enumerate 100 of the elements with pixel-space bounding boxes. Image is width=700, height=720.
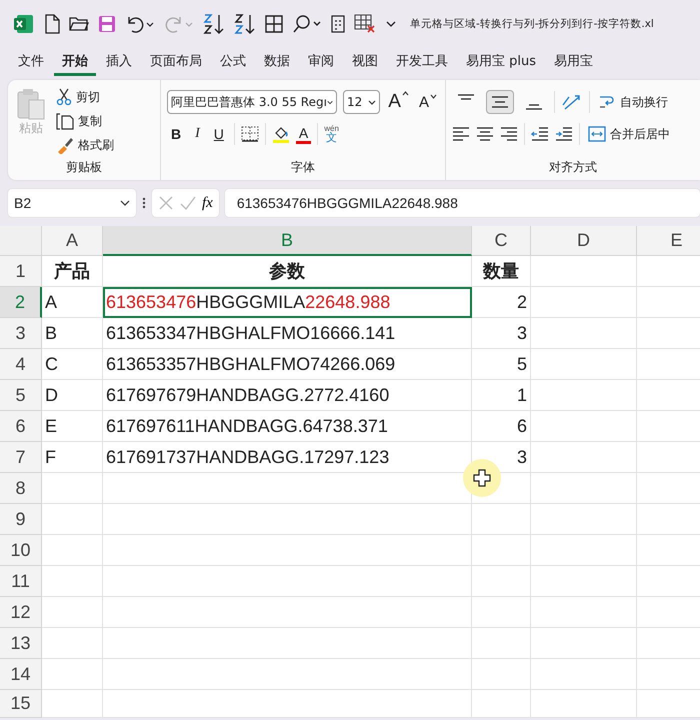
row-header[interactable]: 13: [0, 628, 42, 659]
sort-descending-icon[interactable]: [234, 13, 256, 35]
column-header[interactable]: B: [103, 226, 472, 256]
format-painter-button[interactable]: 格式刷: [54, 134, 128, 156]
increase-font-button[interactable]: A: [386, 91, 411, 113]
table-cell: E: [42, 411, 103, 442]
ribbon-tab[interactable]: 视图: [344, 48, 386, 75]
vertical-align-button[interactable]: [486, 90, 514, 114]
merge-cells-icon: [588, 126, 606, 142]
row-header[interactable]: 12: [0, 597, 42, 628]
increase-indent-icon[interactable]: [555, 127, 573, 141]
insert-function-button[interactable]: fx: [202, 194, 213, 212]
ribbon-tab[interactable]: 易用宝: [546, 48, 602, 75]
save-icon[interactable]: [98, 15, 116, 33]
ribbon-tab[interactable]: 开始: [54, 48, 96, 76]
fill-color-icon[interactable]: [272, 125, 290, 143]
checkmark-icon[interactable]: [180, 195, 196, 211]
ribbon-tab[interactable]: 审阅: [300, 48, 342, 75]
name-box[interactable]: B2: [8, 189, 136, 217]
bold-button[interactable]: B: [167, 124, 186, 144]
row-header[interactable]: 5: [0, 380, 42, 411]
table-cell: 参数: [103, 256, 472, 287]
border-dotted-icon[interactable]: [240, 126, 259, 142]
borders-icon[interactable]: [265, 15, 283, 33]
empty-cell: [472, 628, 531, 659]
align-lines-icon: [457, 94, 475, 100]
dropdown-icon[interactable]: [385, 19, 397, 29]
copy-button[interactable]: 复制: [54, 110, 128, 132]
empty-cell: [472, 597, 531, 628]
group-label: 剪贴板: [65, 159, 103, 176]
copy-icon: [56, 112, 74, 130]
chevron-down-icon: [368, 100, 376, 104]
new-file-icon[interactable]: [44, 14, 60, 34]
row-header[interactable]: 8: [0, 473, 42, 504]
table-cell: B: [42, 318, 103, 349]
row-header[interactable]: 7: [0, 442, 42, 473]
align-horizontal-icon[interactable]: [500, 127, 518, 141]
empty-cell: [472, 535, 531, 566]
column-header[interactable]: C: [472, 226, 531, 256]
table-cell: 613653347HBGHALFMO16666.141: [103, 318, 472, 349]
row-header[interactable]: 4: [0, 349, 42, 380]
row-header[interactable]: 11: [0, 566, 42, 597]
align-horizontal-icon[interactable]: [452, 127, 470, 141]
align-horizontal-icon[interactable]: [476, 127, 494, 141]
decrease-indent-icon[interactable]: [531, 127, 549, 141]
chevron-down-icon: [120, 200, 130, 206]
table-cell: 产品: [42, 256, 103, 287]
row-header[interactable]: 14: [0, 659, 42, 690]
font-name-field[interactable]: 阿里巴巴普惠体 3.0 55 Regı: [167, 90, 337, 114]
ribbon-tab[interactable]: 文件: [10, 48, 52, 75]
column-header[interactable]: A: [42, 226, 103, 256]
underline-button[interactable]: U: [210, 124, 228, 144]
ribbon-tab[interactable]: 公式: [212, 48, 254, 75]
font-color-button[interactable]: A: [296, 124, 312, 144]
table-cell: 3: [472, 318, 531, 349]
row-header[interactable]: 10: [0, 535, 42, 566]
formula-input[interactable]: 613653476HBGGGMILA22648.988: [224, 189, 700, 217]
table-cell: 617697611HANDBAGG.64738.371: [103, 411, 472, 442]
row-header[interactable]: 6: [0, 411, 42, 442]
caret-up-icon: [402, 91, 409, 96]
phonetic-button[interactable]: wén 文: [324, 124, 339, 144]
row-header[interactable]: 3: [0, 318, 42, 349]
empty-cell: [472, 504, 531, 535]
merge-center-button[interactable]: 合并后居中: [586, 124, 672, 144]
ribbon-tab[interactable]: 开发工具: [388, 48, 456, 75]
row-header[interactable]: 9: [0, 504, 42, 535]
ribbon-tab[interactable]: 数据: [256, 48, 298, 75]
form-icon[interactable]: [331, 15, 345, 33]
row-header[interactable]: 1: [0, 256, 42, 287]
table-cell: 617697679HANDBAGG.2772.4160: [103, 380, 472, 411]
ribbon-tab[interactable]: 页面布局: [142, 48, 210, 75]
table-cell: F: [42, 442, 103, 473]
wrap-text-button[interactable]: 自动换行: [596, 91, 670, 113]
row-header[interactable]: 2: [0, 287, 42, 318]
italic-button[interactable]: I: [191, 124, 204, 144]
empty-cell: [472, 566, 531, 597]
clipboard-icon: [16, 88, 46, 120]
table-cell: 数量: [472, 256, 531, 287]
table-cell: 6: [472, 411, 531, 442]
cursor-icon: [462, 458, 502, 498]
more-options-icon[interactable]: [142, 197, 146, 209]
column-header[interactable]: E: [637, 226, 700, 256]
column-header[interactable]: D: [531, 226, 637, 256]
ribbon-tab[interactable]: 易用宝 plus: [458, 48, 544, 75]
search-icon[interactable]: [292, 14, 322, 34]
cut-button[interactable]: 剪切: [54, 86, 128, 108]
decrease-font-button[interactable]: A: [416, 94, 439, 110]
folder-icon[interactable]: [69, 16, 89, 32]
font-size-field[interactable]: 12: [343, 90, 380, 114]
table-cell: 613653476HBGGGMILA22648.988: [103, 287, 472, 318]
empty-cell: [472, 690, 531, 718]
caret-down-icon: [430, 94, 437, 98]
sort-ascending-icon[interactable]: [203, 13, 225, 35]
table-cell: C: [42, 349, 103, 380]
ribbon-tab[interactable]: 插入: [98, 48, 140, 75]
empty-cell: [472, 659, 531, 690]
align-lines-icon: [491, 96, 509, 108]
clear-table-icon[interactable]: [354, 14, 376, 34]
row-header[interactable]: 15: [0, 690, 42, 718]
group-label: 对齐方式: [548, 159, 598, 176]
